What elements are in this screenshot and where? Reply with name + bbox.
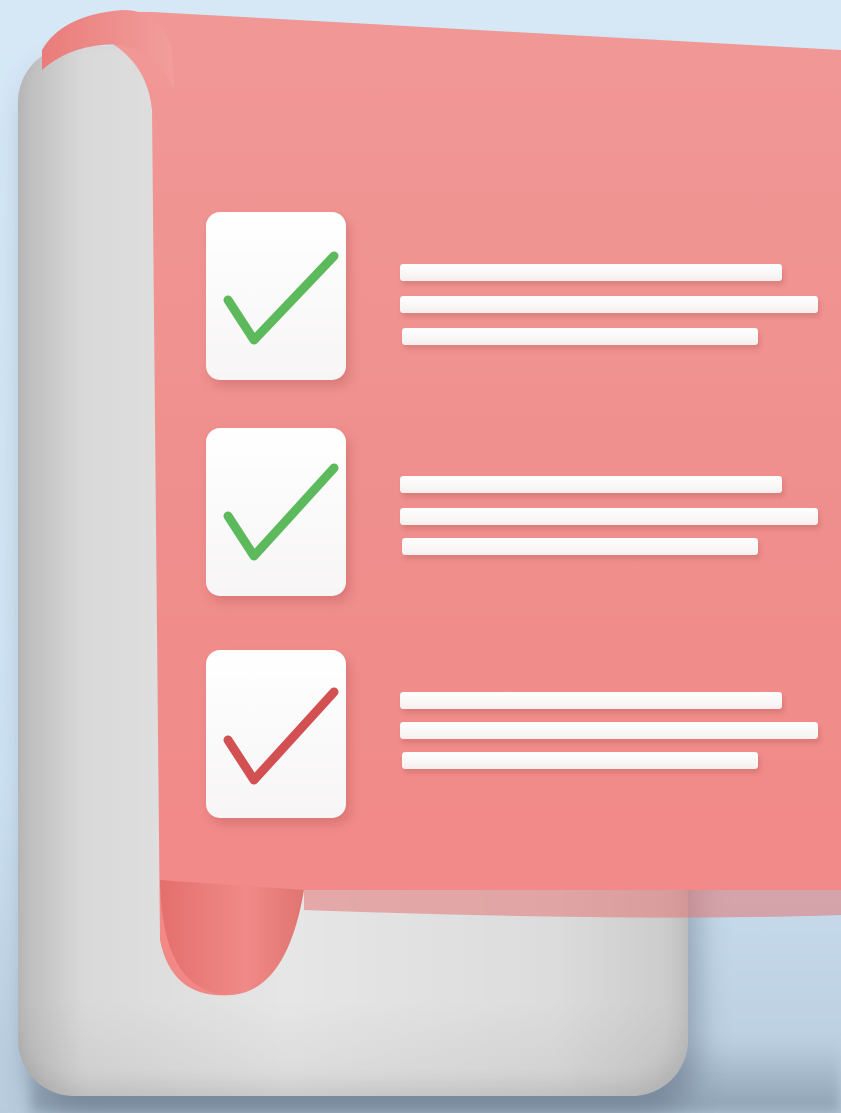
clipboard-board-shade [18, 1000, 688, 1096]
text-line [400, 296, 818, 313]
text-line [400, 476, 782, 493]
text-line [400, 264, 782, 281]
checklist-item [0, 212, 841, 382]
checklist-item [0, 650, 841, 820]
green-checkmark-icon [223, 463, 339, 561]
text-line [400, 722, 818, 739]
text-line [402, 538, 758, 555]
text-line [400, 692, 782, 709]
green-checkmark-icon [223, 251, 339, 345]
red-checkmark-icon [223, 687, 339, 785]
checkbox[interactable] [206, 650, 346, 818]
text-line [402, 752, 758, 769]
text-line [400, 508, 818, 525]
text-line [402, 328, 758, 345]
checklist-illustration [0, 0, 841, 1113]
checkbox[interactable] [206, 428, 346, 596]
checklist-item [0, 428, 841, 598]
checkbox[interactable] [206, 212, 346, 380]
